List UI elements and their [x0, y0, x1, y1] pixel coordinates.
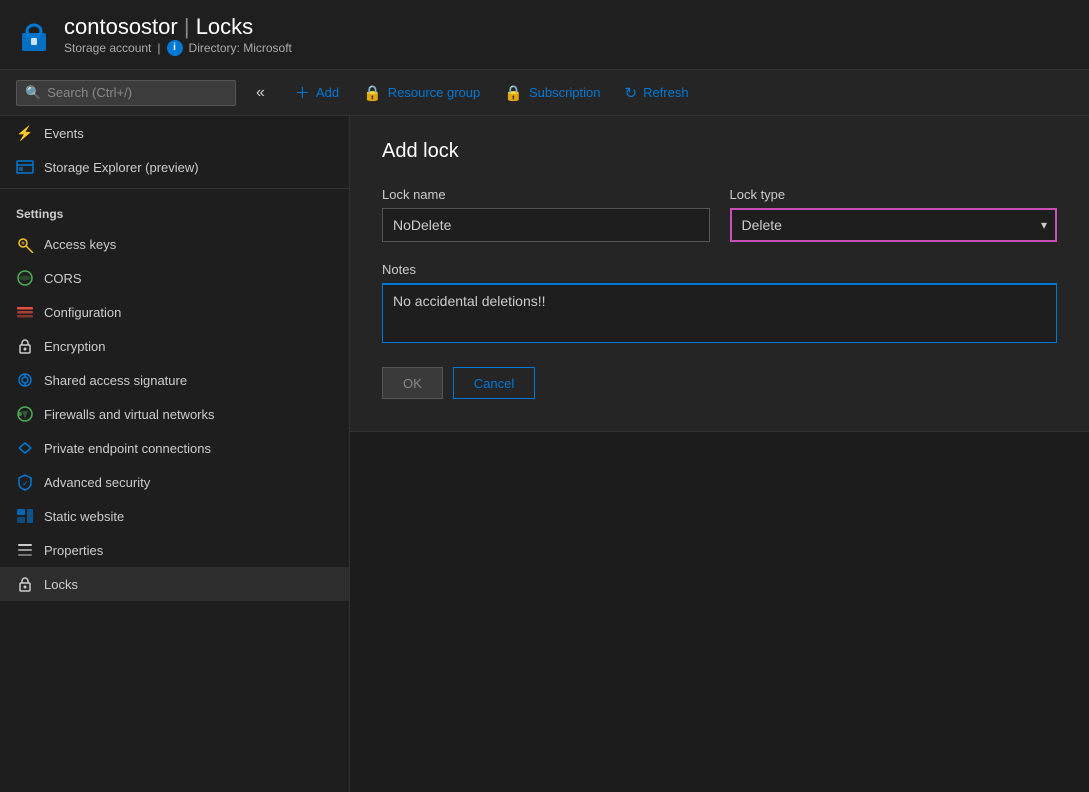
advanced-security-icon: ✓	[16, 473, 34, 491]
toolbar: 🔍 « ＋ Add 🔒 Resource group 🔒 Subscriptio…	[0, 70, 1089, 116]
cancel-button[interactable]: Cancel	[453, 367, 535, 399]
sidebar-item-label: Advanced security	[44, 475, 150, 490]
lock-type-select-wrapper: Delete ReadOnly ▾	[730, 208, 1058, 242]
lock-name-group: Lock name	[382, 187, 710, 242]
resource-group-button[interactable]: 🔒 Resource group	[353, 80, 490, 106]
sidebar-item-storage-explorer[interactable]: Storage Explorer (preview)	[0, 150, 349, 184]
ok-button[interactable]: OK	[382, 367, 443, 399]
panel-title: Add lock	[382, 140, 1057, 163]
info-icon: i	[167, 40, 183, 56]
sidebar-item-configuration[interactable]: Configuration	[0, 295, 349, 329]
lock-name-label: Lock name	[382, 187, 710, 202]
subscription-button[interactable]: 🔒 Subscription	[494, 80, 610, 106]
notes-label: Notes	[382, 262, 1057, 277]
search-icon: 🔍	[25, 85, 41, 101]
locks-sidebar-icon	[16, 575, 34, 593]
lock-type-group: Lock type Delete ReadOnly ▾	[730, 187, 1058, 242]
sidebar-item-label: Firewalls and virtual networks	[44, 407, 215, 422]
refresh-icon: ↻	[624, 84, 637, 102]
sidebar-item-label: Private endpoint connections	[44, 441, 211, 456]
firewalls-icon	[16, 405, 34, 423]
lock-type-label: Lock type	[730, 187, 1058, 202]
refresh-button[interactable]: ↻ Refresh	[614, 80, 698, 106]
sidebar-item-advanced-security[interactable]: ✓ Advanced security	[0, 465, 349, 499]
lock-small-icon: 🔒	[363, 84, 382, 102]
sidebar-item-locks[interactable]: Locks	[0, 567, 349, 601]
sidebar-item-private-endpoints[interactable]: Private endpoint connections	[0, 431, 349, 465]
sidebar-item-label: Encryption	[44, 339, 105, 354]
encryption-icon	[16, 337, 34, 355]
cors-icon	[16, 269, 34, 287]
sidebar-item-encryption[interactable]: Encryption	[0, 329, 349, 363]
events-icon: ⚡	[16, 124, 34, 142]
sidebar: ⚡ Events Storage Explorer (preview) Sett…	[0, 116, 350, 792]
form-actions: OK Cancel	[382, 367, 1057, 399]
sidebar-divider	[0, 188, 349, 189]
sidebar-item-label: Properties	[44, 543, 103, 558]
notes-input[interactable]: No accidental deletions!!	[382, 283, 1057, 343]
sidebar-item-access-keys[interactable]: Access keys	[0, 227, 349, 261]
shared-access-icon	[16, 371, 34, 389]
search-input[interactable]	[47, 85, 227, 100]
subscription-icon: 🔒	[504, 84, 523, 102]
add-icon: ＋	[295, 82, 310, 103]
sidebar-item-properties[interactable]: Properties	[0, 533, 349, 567]
access-keys-icon	[16, 235, 34, 253]
storage-explorer-icon	[16, 158, 34, 176]
search-box[interactable]: 🔍	[16, 80, 236, 106]
sidebar-item-label: Events	[44, 126, 84, 141]
sidebar-item-label: CORS	[44, 271, 82, 286]
sidebar-item-shared-access[interactable]: Shared access signature	[0, 363, 349, 397]
content-area: Add lock Lock name Lock type Delete Read…	[350, 116, 1089, 792]
add-button[interactable]: ＋ Add	[285, 78, 349, 107]
header-title-block: contosostor | Locks Storage account | i …	[64, 14, 292, 56]
sidebar-item-firewalls[interactable]: Firewalls and virtual networks	[0, 397, 349, 431]
page-header: contosostor | Locks Storage account | i …	[0, 0, 1089, 70]
settings-section-title: Settings	[0, 193, 349, 227]
notes-group: Notes No accidental deletions!!	[382, 262, 1057, 343]
sidebar-item-static-website[interactable]: Static website	[0, 499, 349, 533]
sidebar-item-label: Configuration	[44, 305, 121, 320]
svg-text:✓: ✓	[22, 479, 29, 488]
empty-content-area	[350, 432, 1089, 792]
sidebar-item-label: Access keys	[44, 237, 116, 252]
lock-name-input[interactable]	[382, 208, 710, 242]
main-layout: ⚡ Events Storage Explorer (preview) Sett…	[0, 116, 1089, 792]
page-subtitle: Storage account | i Directory: Microsoft	[64, 40, 292, 56]
private-endpoints-icon	[16, 439, 34, 457]
collapse-sidebar-button[interactable]: «	[248, 80, 273, 106]
sidebar-item-label: Locks	[44, 577, 78, 592]
form-row-lock-details: Lock name Lock type Delete ReadOnly ▾	[382, 187, 1057, 242]
static-website-icon	[16, 507, 34, 525]
properties-icon	[16, 541, 34, 559]
sidebar-item-label: Storage Explorer (preview)	[44, 160, 199, 175]
lock-icon	[16, 17, 52, 53]
add-lock-panel: Add lock Lock name Lock type Delete Read…	[350, 116, 1089, 432]
sidebar-item-events[interactable]: ⚡ Events	[0, 116, 349, 150]
sidebar-item-label: Static website	[44, 509, 124, 524]
sidebar-item-cors[interactable]: CORS	[0, 261, 349, 295]
sidebar-item-label: Shared access signature	[44, 373, 187, 388]
configuration-icon	[16, 303, 34, 321]
lock-type-select[interactable]: Delete ReadOnly	[730, 208, 1058, 242]
page-title: contosostor | Locks	[64, 14, 292, 40]
